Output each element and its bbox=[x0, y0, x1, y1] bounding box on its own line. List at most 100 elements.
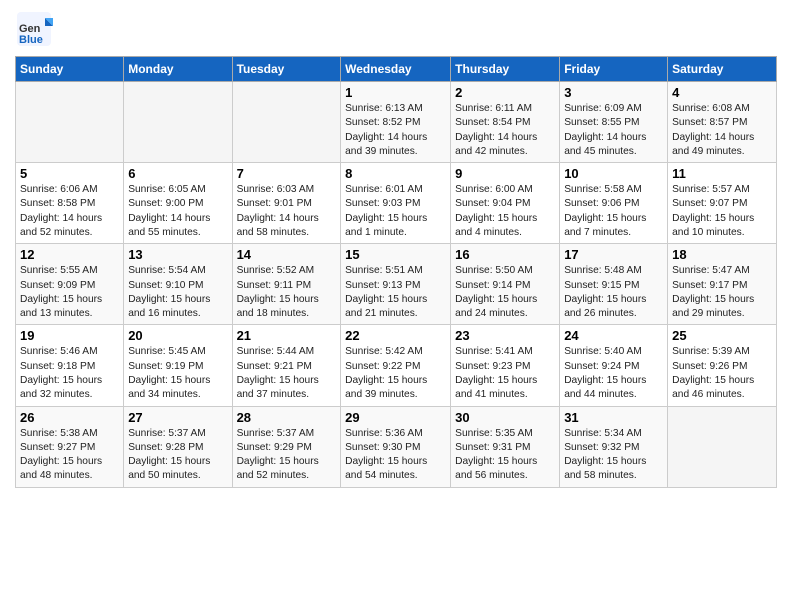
day-number: 19 bbox=[20, 328, 119, 343]
day-info: Sunrise: 5:55 AM Sunset: 9:09 PM Dayligh… bbox=[20, 264, 119, 321]
day-info: Sunrise: 6:00 AM Sunset: 9:04 PM Dayligh… bbox=[455, 183, 555, 240]
calendar-cell: 3Sunrise: 6:09 AM Sunset: 8:55 PM Daylig… bbox=[560, 82, 668, 163]
calendar-week-1: 1 Sunrise: 6:13 AM Sunset: 8:52 PM Daylig… bbox=[16, 82, 777, 163]
day-info: Sunrise: 5:42 AM Sunset: 9:22 PM Dayligh… bbox=[345, 345, 446, 402]
day-info: Sunrise: 6:03 AM Sunset: 9:01 PM Dayligh… bbox=[237, 183, 337, 240]
calendar-cell: 7 Sunrise: 6:03 AM Sunset: 9:01 PM Daylig… bbox=[232, 163, 341, 244]
calendar-cell: 4Sunrise: 6:08 AM Sunset: 8:57 PM Daylig… bbox=[668, 82, 777, 163]
calendar-cell: 20 Sunrise: 5:45 AM Sunset: 9:19 PM Dayli… bbox=[124, 325, 232, 406]
day-number: 21 bbox=[237, 328, 337, 343]
calendar-cell: 12 Sunrise: 5:55 AM Sunset: 9:09 PM Dayli… bbox=[16, 244, 124, 325]
svg-text:Blue: Blue bbox=[19, 34, 43, 46]
day-number: 16 bbox=[455, 247, 555, 262]
calendar-cell: 9 Sunrise: 6:00 AM Sunset: 9:04 PM Daylig… bbox=[451, 163, 560, 244]
calendar-header-row: SundayMondayTuesdayWednesdayThursdayFrid… bbox=[16, 57, 777, 82]
calendar-cell: 30 Sunrise: 5:35 AM Sunset: 9:31 PM Dayli… bbox=[451, 406, 560, 487]
day-info: Sunrise: 5:54 AM Sunset: 9:10 PM Dayligh… bbox=[128, 264, 227, 321]
day-number: 2 bbox=[455, 85, 555, 100]
day-info: Sunrise: 5:47 AM Sunset: 9:17 PM Dayligh… bbox=[672, 264, 772, 321]
day-number: 28 bbox=[237, 410, 337, 425]
day-number: 1 bbox=[345, 85, 446, 100]
day-info: Sunrise: 5:44 AM Sunset: 9:21 PM Dayligh… bbox=[237, 345, 337, 402]
calendar-cell: 11 Sunrise: 5:57 AM Sunset: 9:07 PM Dayli… bbox=[668, 163, 777, 244]
calendar-cell: 8Sunrise: 6:01 AM Sunset: 9:03 PM Daylig… bbox=[341, 163, 451, 244]
day-info: Sunrise: 5:35 AM Sunset: 9:31 PM Dayligh… bbox=[455, 427, 555, 484]
calendar-cell: 6 Sunrise: 6:05 AM Sunset: 9:00 PM Daylig… bbox=[124, 163, 232, 244]
calendar-week-4: 19 Sunrise: 5:46 AM Sunset: 9:18 PM Dayli… bbox=[16, 325, 777, 406]
day-number: 6 bbox=[128, 166, 227, 181]
calendar-cell: 26Sunrise: 5:38 AM Sunset: 9:27 PM Dayli… bbox=[16, 406, 124, 487]
header-tuesday: Tuesday bbox=[232, 57, 341, 82]
day-number: 12 bbox=[20, 247, 119, 262]
page-header: Gen Blue bbox=[15, 10, 777, 48]
calendar-cell: 29 Sunrise: 5:36 AM Sunset: 9:30 PM Dayli… bbox=[341, 406, 451, 487]
day-info: Sunrise: 5:52 AM Sunset: 9:11 PM Dayligh… bbox=[237, 264, 337, 321]
day-info: Sunrise: 5:37 AM Sunset: 9:28 PM Dayligh… bbox=[128, 427, 227, 484]
calendar-table: SundayMondayTuesdayWednesdayThursdayFrid… bbox=[15, 56, 777, 488]
day-info: Sunrise: 5:46 AM Sunset: 9:18 PM Dayligh… bbox=[20, 345, 119, 402]
day-number: 17 bbox=[564, 247, 663, 262]
day-number: 13 bbox=[128, 247, 227, 262]
calendar-cell: 2Sunrise: 6:11 AM Sunset: 8:54 PM Daylig… bbox=[451, 82, 560, 163]
day-number: 29 bbox=[345, 410, 446, 425]
header-thursday: Thursday bbox=[451, 57, 560, 82]
day-number: 11 bbox=[672, 166, 772, 181]
calendar-cell: 24 Sunrise: 5:40 AM Sunset: 9:24 PM Dayli… bbox=[560, 325, 668, 406]
calendar-cell: 22Sunrise: 5:42 AM Sunset: 9:22 PM Dayli… bbox=[341, 325, 451, 406]
day-number: 31 bbox=[564, 410, 663, 425]
calendar-cell: 25 Sunrise: 5:39 AM Sunset: 9:26 PM Dayli… bbox=[668, 325, 777, 406]
day-number: 20 bbox=[128, 328, 227, 343]
day-info: Sunrise: 5:41 AM Sunset: 9:23 PM Dayligh… bbox=[455, 345, 555, 402]
calendar-cell bbox=[124, 82, 232, 163]
calendar-cell bbox=[232, 82, 341, 163]
day-info: Sunrise: 6:05 AM Sunset: 9:00 PM Dayligh… bbox=[128, 183, 227, 240]
day-info: Sunrise: 5:51 AM Sunset: 9:13 PM Dayligh… bbox=[345, 264, 446, 321]
day-info: Sunrise: 5:57 AM Sunset: 9:07 PM Dayligh… bbox=[672, 183, 772, 240]
day-info: Sunrise: 5:34 AM Sunset: 9:32 PM Dayligh… bbox=[564, 427, 663, 484]
logo-icon: Gen Blue bbox=[15, 10, 53, 48]
day-info: Sunrise: 5:45 AM Sunset: 9:19 PM Dayligh… bbox=[128, 345, 227, 402]
day-info: Sunrise: 5:40 AM Sunset: 9:24 PM Dayligh… bbox=[564, 345, 663, 402]
calendar-cell: 19 Sunrise: 5:46 AM Sunset: 9:18 PM Dayli… bbox=[16, 325, 124, 406]
calendar-cell: 17 Sunrise: 5:48 AM Sunset: 9:15 PM Dayli… bbox=[560, 244, 668, 325]
day-info: Sunrise: 5:50 AM Sunset: 9:14 PM Dayligh… bbox=[455, 264, 555, 321]
day-info: Sunrise: 5:39 AM Sunset: 9:26 PM Dayligh… bbox=[672, 345, 772, 402]
day-number: 25 bbox=[672, 328, 772, 343]
header-friday: Friday bbox=[560, 57, 668, 82]
calendar-cell: 16 Sunrise: 5:50 AM Sunset: 9:14 PM Dayli… bbox=[451, 244, 560, 325]
day-number: 18 bbox=[672, 247, 772, 262]
day-number: 24 bbox=[564, 328, 663, 343]
header-wednesday: Wednesday bbox=[341, 57, 451, 82]
day-info: Sunrise: 5:38 AM Sunset: 9:27 PM Dayligh… bbox=[20, 427, 119, 484]
calendar-cell: 18 Sunrise: 5:47 AM Sunset: 9:17 PM Dayli… bbox=[668, 244, 777, 325]
calendar-cell: 23 Sunrise: 5:41 AM Sunset: 9:23 PM Dayli… bbox=[451, 325, 560, 406]
day-info: Sunrise: 6:06 AM Sunset: 8:58 PM Dayligh… bbox=[20, 183, 119, 240]
day-number: 15 bbox=[345, 247, 446, 262]
day-number: 9 bbox=[455, 166, 555, 181]
day-info: Sunrise: 5:36 AM Sunset: 9:30 PM Dayligh… bbox=[345, 427, 446, 484]
day-number: 8 bbox=[345, 166, 446, 181]
calendar-cell: 28Sunrise: 5:37 AM Sunset: 9:29 PM Dayli… bbox=[232, 406, 341, 487]
day-number: 7 bbox=[237, 166, 337, 181]
calendar-cell: 21 Sunrise: 5:44 AM Sunset: 9:21 PM Dayli… bbox=[232, 325, 341, 406]
calendar-cell: 27 Sunrise: 5:37 AM Sunset: 9:28 PM Dayli… bbox=[124, 406, 232, 487]
day-number: 4 bbox=[672, 85, 772, 100]
header-sunday: Sunday bbox=[16, 57, 124, 82]
day-info: Sunrise: 6:13 AM Sunset: 8:52 PM Dayligh… bbox=[345, 102, 446, 159]
calendar-week-5: 26Sunrise: 5:38 AM Sunset: 9:27 PM Dayli… bbox=[16, 406, 777, 487]
calendar-cell: 13 Sunrise: 5:54 AM Sunset: 9:10 PM Dayli… bbox=[124, 244, 232, 325]
calendar-cell bbox=[668, 406, 777, 487]
day-number: 23 bbox=[455, 328, 555, 343]
calendar-week-3: 12 Sunrise: 5:55 AM Sunset: 9:09 PM Dayli… bbox=[16, 244, 777, 325]
calendar-cell: 14 Sunrise: 5:52 AM Sunset: 9:11 PM Dayli… bbox=[232, 244, 341, 325]
day-number: 10 bbox=[564, 166, 663, 181]
header-monday: Monday bbox=[124, 57, 232, 82]
day-number: 27 bbox=[128, 410, 227, 425]
calendar-cell bbox=[16, 82, 124, 163]
logo: Gen Blue bbox=[15, 10, 55, 48]
calendar-cell: 1 Sunrise: 6:13 AM Sunset: 8:52 PM Daylig… bbox=[341, 82, 451, 163]
day-info: Sunrise: 6:09 AM Sunset: 8:55 PM Dayligh… bbox=[564, 102, 663, 159]
day-number: 30 bbox=[455, 410, 555, 425]
day-info: Sunrise: 5:48 AM Sunset: 9:15 PM Dayligh… bbox=[564, 264, 663, 321]
day-number: 14 bbox=[237, 247, 337, 262]
